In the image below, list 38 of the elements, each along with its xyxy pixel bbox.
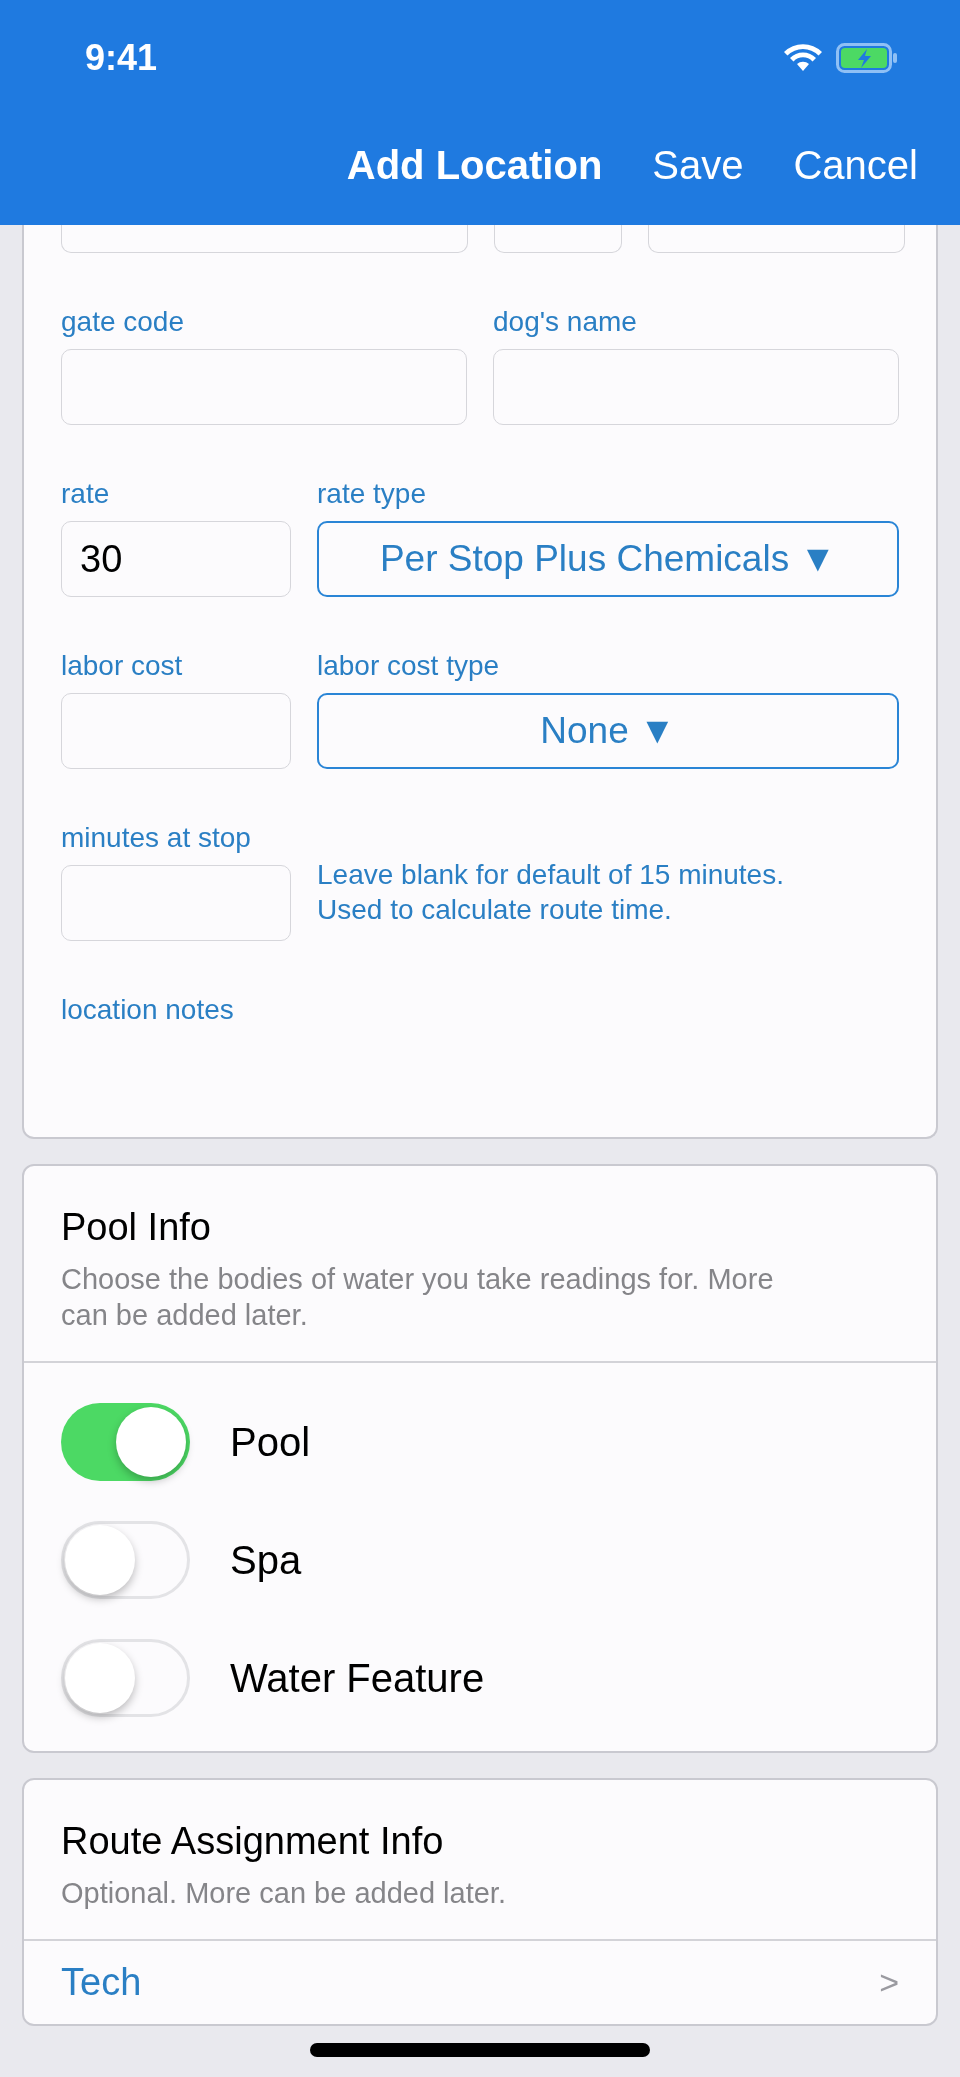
text-field[interactable] bbox=[61, 865, 291, 941]
row-label: Tech bbox=[61, 1961, 142, 2004]
text-field[interactable] bbox=[61, 225, 468, 253]
section-subtitle: Choose the bodies of water you take readings for. More can be added later. bbox=[61, 1262, 775, 1333]
field-label: labor cost type bbox=[317, 649, 501, 683]
status-time: 9:41 bbox=[85, 36, 158, 79]
section-title: Pool Info bbox=[61, 1206, 212, 1249]
toggle-switch[interactable] bbox=[61, 1639, 190, 1717]
toggle-switch[interactable] bbox=[61, 1521, 190, 1599]
battery-charging-icon bbox=[836, 42, 898, 73]
toggle-label: Water Feature bbox=[230, 1655, 485, 1701]
field-label: rate type bbox=[317, 477, 427, 511]
dropdown-button[interactable]: Per Stop Plus Chemicals ▼ bbox=[317, 521, 899, 597]
text-field[interactable] bbox=[648, 225, 905, 253]
field-label: rate bbox=[61, 477, 111, 511]
field-label: minutes at stop bbox=[61, 821, 252, 855]
toggle-label: Pool bbox=[230, 1419, 311, 1465]
section-subtitle: Optional. More can be added later. bbox=[61, 1876, 507, 1911]
toggle-label: Spa bbox=[230, 1537, 302, 1583]
nav-button[interactable]: Save bbox=[652, 142, 744, 188]
text-field[interactable] bbox=[61, 693, 291, 769]
text-field[interactable] bbox=[494, 225, 622, 253]
text-field[interactable]: 30 bbox=[61, 521, 291, 597]
list-row[interactable]: Tech > bbox=[24, 1941, 936, 2024]
toggle-switch[interactable] bbox=[61, 1403, 190, 1481]
hint-text: Leave blank for default of 15 minutes. Used to calculate route time. bbox=[317, 858, 785, 927]
field-label: labor cost bbox=[61, 649, 184, 683]
chevron-icon: > bbox=[879, 1963, 899, 2002]
section-title: Route Assignment Info bbox=[61, 1820, 445, 1863]
screen-title: Add Location bbox=[346, 142, 603, 188]
nav-button[interactable]: Cancel bbox=[793, 142, 918, 188]
field-label: location notes bbox=[61, 993, 235, 1027]
field-label: dog's name bbox=[493, 305, 638, 339]
text-field[interactable] bbox=[493, 349, 899, 425]
field-label: gate code bbox=[61, 305, 185, 339]
dropdown-button[interactable]: None ▼ bbox=[317, 693, 899, 769]
text-field[interactable] bbox=[61, 349, 467, 425]
wifi-icon bbox=[784, 43, 822, 72]
